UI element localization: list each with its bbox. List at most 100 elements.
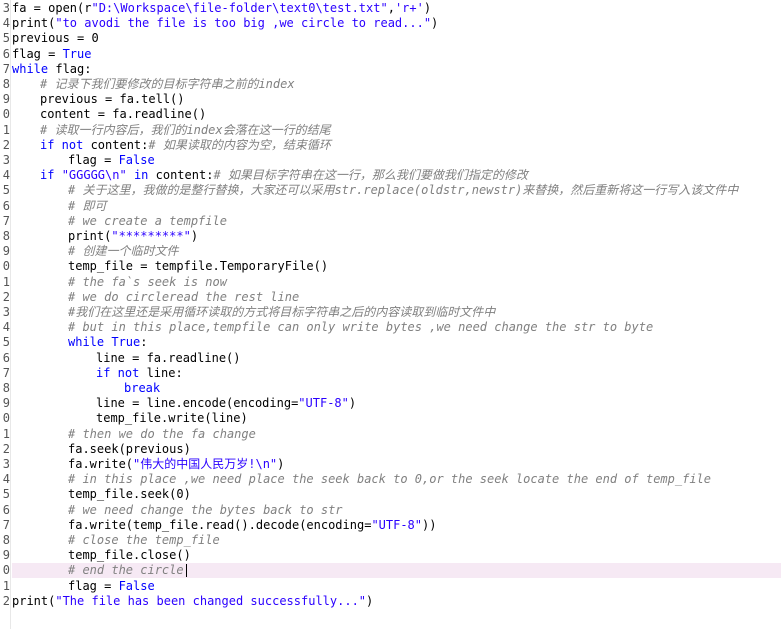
code-line[interactable]: print("The file has been changed success… <box>12 594 781 609</box>
line-number-text: 2 <box>2 137 10 152</box>
code-token: flag = <box>12 46 63 61</box>
code-line[interactable]: # then we do the fa change <box>12 427 781 442</box>
line-number: 9 <box>0 244 10 259</box>
line-number-text: 6 <box>2 502 10 517</box>
code-line[interactable]: content = fa.readline() <box>12 107 781 122</box>
code-comment: # close the temp_file <box>68 533 220 547</box>
code-line[interactable]: # we create a tempfile <box>12 214 781 229</box>
code-line[interactable]: temp_file.close() <box>12 548 781 563</box>
line-number: 2 <box>0 594 10 609</box>
code-line[interactable]: #我们在这里还是采用循环读取的方式将目标字符串之后的内容读取到临时文件中 <box>12 305 781 320</box>
code-line[interactable]: line = fa.readline() <box>12 351 781 366</box>
line-number: 9 <box>0 548 10 563</box>
code-string: "UTF-8" <box>298 396 349 411</box>
code-keyword: False <box>118 153 155 167</box>
line-number: 0 <box>0 107 10 122</box>
line-number: 9 <box>0 92 10 107</box>
code-comment: # 如果读取的内容为空，结束循环 <box>148 137 331 152</box>
line-number: 9 <box>0 396 10 411</box>
line-number: 4 <box>0 168 10 183</box>
code-line[interactable]: # but in this place,tempfile can only wr… <box>12 320 781 335</box>
code-line[interactable]: previous = 0 <box>12 31 781 46</box>
code-token: fa = open(r <box>12 1 92 15</box>
code-line[interactable]: flag = False <box>12 579 781 594</box>
code-line[interactable]: fa.write("伟大的中国人民万岁!\n") <box>12 457 781 472</box>
line-number-text: 1 <box>2 274 10 289</box>
code-line[interactable]: flag = False <box>12 153 781 168</box>
code-line[interactable]: print("*********") <box>12 229 781 244</box>
code-keyword: break <box>124 381 161 395</box>
line-number-text: 4 <box>2 168 10 183</box>
line-number: 4 <box>0 16 10 31</box>
code-line[interactable]: # close the temp_file <box>12 533 781 548</box>
code-line[interactable]: fa.write(temp_file.read().decode(encodin… <box>12 518 781 533</box>
line-number: 6 <box>0 199 10 214</box>
line-number-text: 8 <box>2 229 10 243</box>
code-line[interactable]: while True: <box>12 335 781 350</box>
code-token: print( <box>68 229 112 243</box>
code-line[interactable]: if "GGGGG\n" in content:# 如果目标字符串在这一行，那么… <box>12 168 781 183</box>
code-line[interactable]: # 读取一行内容后，我们的index会落在这一行的结尾 <box>12 123 781 138</box>
code-line[interactable]: # 创建一个临时文件 <box>12 244 781 259</box>
code-string: "*********" <box>111 229 191 243</box>
line-number-text: 3 <box>2 305 10 319</box>
code-token: temp_file = tempfile.TemporaryFile() <box>68 259 329 274</box>
code-token: line: <box>139 365 183 380</box>
code-token: flag = <box>68 153 119 167</box>
code-token: ) <box>190 229 199 243</box>
line-number: 8 <box>0 77 10 92</box>
code-comment: # then we do the fa change <box>68 426 256 441</box>
code-line[interactable]: temp_file.write(line) <box>12 411 781 426</box>
code-line[interactable]: # 关于这里，我做的是整行替换，大家还可以采用str.replace(oldst… <box>12 183 781 198</box>
line-number-text: 4 <box>2 320 10 335</box>
code-comment: # we create a tempfile <box>68 213 227 228</box>
code-token: fa.write(temp_file.read().decode(encodin… <box>68 517 372 532</box>
code-line[interactable]: break <box>12 381 781 396</box>
line-number-text: 5 <box>2 335 10 350</box>
code-token: fa.seek(previous) <box>68 441 191 456</box>
code-line[interactable]: previous = fa.tell() <box>12 92 781 107</box>
code-line[interactable]: fa.seek(previous) <box>12 442 781 457</box>
code-line[interactable]: # we do circleread the rest line <box>12 290 781 305</box>
code-token: content: <box>148 168 214 183</box>
code-line[interactable]: # we need change the bytes back to str <box>12 503 781 518</box>
code-comment: # 读取一行内容后，我们的index会落在这一行的结尾 <box>40 122 331 137</box>
line-number: 5 <box>0 31 10 46</box>
code-line[interactable]: line = line.encode(encoding="UTF-8") <box>12 396 781 411</box>
line-number: 7 <box>0 214 10 229</box>
line-number: 7 <box>0 366 10 381</box>
code-keyword: while True <box>68 335 141 350</box>
code-comment: # the fa`s seek is now <box>68 274 227 289</box>
code-keyword: while <box>12 61 49 76</box>
code-string: "to avodi the file is too big ,we circle… <box>55 16 432 31</box>
code-line[interactable]: print("to avodi the file is too big ,we … <box>12 16 781 31</box>
code-line[interactable]: flag = True <box>12 47 781 62</box>
code-token: line = line.encode(encoding= <box>96 396 299 411</box>
code-line[interactable]: if not line: <box>12 366 781 381</box>
code-area[interactable]: fa = open(r"D:\Workspace\file-folder\tex… <box>12 0 781 629</box>
line-number: 2 <box>0 290 10 305</box>
line-number-text: 5 <box>2 487 10 502</box>
code-comment: # but in this place,tempfile can only wr… <box>68 320 654 335</box>
code-line[interactable]: # the fa`s seek is now <box>12 275 781 290</box>
line-number-text: 2 <box>2 289 10 304</box>
code-line[interactable]: temp_file.seek(0) <box>12 487 781 502</box>
code-line[interactable]: temp_file = tempfile.TemporaryFile() <box>12 259 781 274</box>
code-token: ) <box>431 16 439 31</box>
line-number: 3 <box>0 305 10 320</box>
line-number: 5 <box>0 487 10 502</box>
code-line[interactable]: while flag: <box>12 62 781 77</box>
code-token: previous = 0 <box>12 31 99 46</box>
code-string: "UTF-8" <box>371 517 423 532</box>
line-number-text: 5 <box>2 31 10 46</box>
line-number-text: 1 <box>2 426 10 441</box>
code-line[interactable]: # end the circle <box>12 563 781 578</box>
code-line[interactable]: # in this place ,we need place the seek … <box>12 472 781 487</box>
code-editor[interactable]: 3456789012345678901234567890123456789012… <box>0 0 781 629</box>
code-line[interactable]: # 记录下我们要修改的目标字符串之前的index <box>12 77 781 92</box>
code-line[interactable]: fa = open(r"D:\Workspace\file-folder\tex… <box>12 1 781 16</box>
line-number: 6 <box>0 503 10 518</box>
line-number-text: 1 <box>2 578 10 593</box>
code-line[interactable]: if not content:# 如果读取的内容为空，结束循环 <box>12 138 781 153</box>
code-line[interactable]: # 即可 <box>12 199 781 214</box>
